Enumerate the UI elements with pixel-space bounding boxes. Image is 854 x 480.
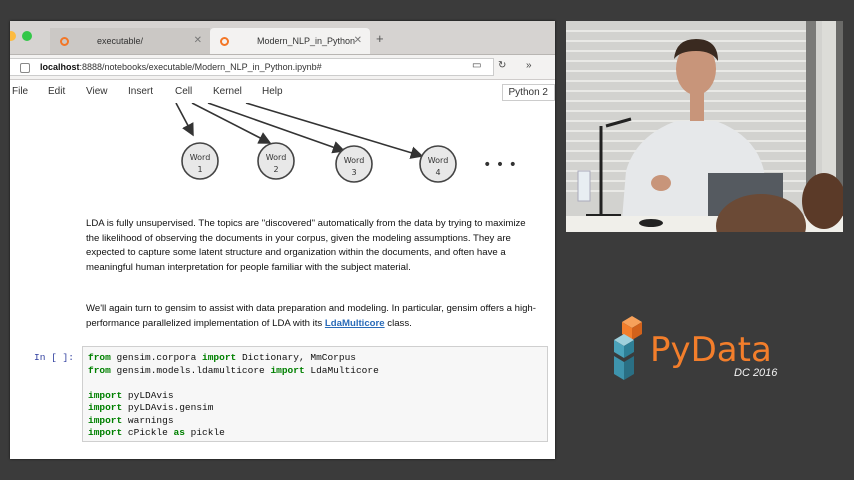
code-line: import pyLDAvis.gensim [88, 402, 542, 415]
code-line: import pyLDAvis [88, 390, 542, 403]
code-text: LdaMulticore [304, 364, 379, 376]
kernel-indicator: Python 2 [501, 84, 555, 101]
notebook-area: Word 1 Word 2 Word 3 Word 4 • • • LDA is ful… [10, 103, 555, 459]
tab-notebook[interactable]: Modern_NLP_in_Python ✕ [210, 28, 370, 54]
tab-executable[interactable]: executable/ ✕ [50, 28, 210, 54]
code-text: warnings [122, 414, 174, 426]
code-keyword: import [270, 364, 305, 376]
code-line: import warnings [88, 415, 542, 428]
arrow [191, 103, 272, 144]
paragraph-text: We'll again turn to gensim to assist wit… [86, 303, 536, 329]
video-frame [566, 21, 843, 232]
menu-insert[interactable]: Insert [128, 86, 153, 97]
code-keyword: import [88, 427, 123, 438]
code-text: pyLDAvis.gensim [122, 402, 214, 413]
more-icon[interactable]: » [526, 60, 532, 71]
code-keyword: import [88, 414, 123, 426]
lda-diagram: Word 1 Word 2 Word 3 Word 4 • • • [175, 103, 517, 183]
close-icon[interactable]: ✕ [354, 35, 362, 46]
menu-file[interactable]: File [12, 86, 28, 97]
code-keyword: from [88, 352, 111, 363]
arrow [175, 103, 194, 137]
code-text: Dictionary, MmCorpus [236, 352, 356, 363]
new-tab-button[interactable]: + [376, 31, 384, 46]
page-icon [20, 63, 30, 73]
code-keyword: as [173, 427, 185, 438]
ellipsis-text: • • • [483, 157, 517, 173]
url-bar: localhost:8888/notebooks/executable/Mode… [10, 55, 555, 80]
tab-label: Modern_NLP_in_Python [257, 36, 356, 46]
browser-window: executable/ ✕ Modern_NLP_in_Python ✕ + l… [10, 21, 555, 459]
menu-kernel[interactable]: Kernel [213, 86, 242, 97]
url-host: localhost [40, 62, 80, 72]
reader-icon[interactable]: ▭ [472, 60, 481, 71]
cell-prompt: In [ ]: [34, 352, 74, 363]
code-cell-input[interactable]: from gensim.corpora import Dictionary, M… [82, 346, 548, 442]
code-text: gensim.models.ldamulticore [110, 364, 271, 376]
code-line: from gensim.models.ldamulticore import L… [88, 365, 542, 378]
code-text: pyLDAvis [122, 389, 174, 401]
word-node-2: Word 2 [257, 142, 295, 180]
menu-cell[interactable]: Cell [175, 86, 192, 97]
word-node-4: Word 4 [419, 145, 457, 183]
code-keyword: import [88, 389, 123, 401]
notebook-menubar: File Edit View Insert Cell Kernel Help P… [10, 80, 555, 105]
zoom-dot[interactable] [22, 31, 32, 41]
code-text: gensim.corpora [110, 352, 203, 363]
menu-view[interactable]: View [86, 86, 108, 97]
tab-bar: executable/ ✕ Modern_NLP_in_Python ✕ + [10, 21, 555, 55]
word-node-1: Word 1 [181, 142, 219, 180]
code-keyword: from [88, 364, 111, 376]
code-text: pickle [184, 427, 225, 438]
reload-icon[interactable]: ↻ [498, 60, 506, 71]
word-node-3: Word 3 [335, 145, 373, 183]
code-line: import cPickle as pickle [88, 427, 542, 440]
markdown-paragraph-1: LDA is fully unsupervised. The topics ar… [86, 218, 526, 273]
tab-label: executable/ [97, 36, 144, 46]
speaker-video [566, 21, 843, 232]
paragraph-text: class. [384, 317, 412, 329]
jupyter-icon [220, 36, 229, 46]
minimize-dot[interactable] [10, 31, 16, 41]
jupyter-icon [60, 36, 69, 46]
code-keyword: import [88, 402, 123, 413]
code-line: from gensim.corpora import Dictionary, M… [88, 352, 542, 365]
markdown-paragraph-2: We'll again turn to gensim to assist wit… [86, 302, 541, 331]
menu-help[interactable]: Help [262, 86, 283, 97]
menu-edit[interactable]: Edit [48, 86, 65, 97]
pydata-event-text: DC 2016 [734, 367, 778, 379]
close-icon[interactable]: ✕ [194, 35, 202, 46]
pydata-cube-icon [614, 316, 642, 380]
code-text: cPickle [122, 427, 174, 438]
url-path: :8888/notebooks/executable/Modern_NLP_in… [79, 62, 322, 72]
pydata-logo-text: PyData [650, 330, 772, 370]
ldamulticore-link[interactable]: LdaMulticore [325, 318, 385, 329]
code-keyword: import [202, 352, 237, 363]
address-input[interactable]: localhost:8888/notebooks/executable/Mode… [10, 58, 494, 76]
